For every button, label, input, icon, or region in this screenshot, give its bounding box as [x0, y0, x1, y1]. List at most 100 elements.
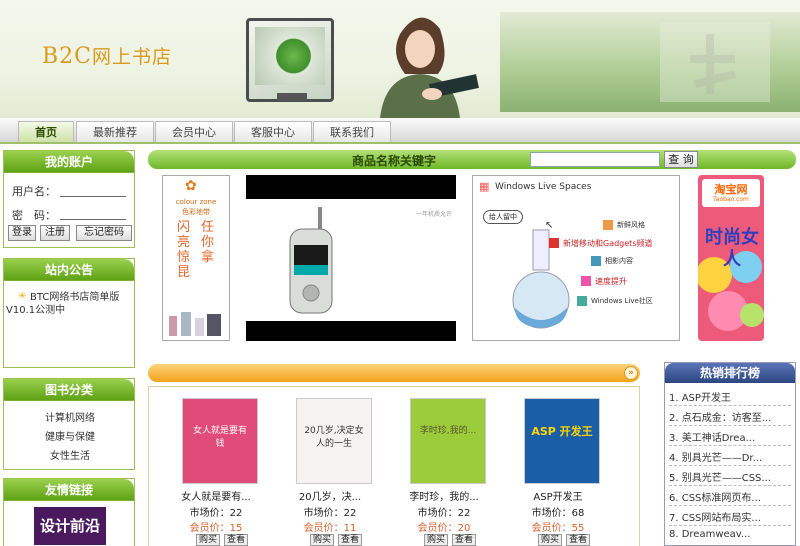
monitor-image — [246, 18, 334, 102]
buy-button[interactable]: 购买 — [310, 534, 335, 546]
divider — [669, 465, 791, 466]
bestseller-item[interactable]: 8. Dreamweav... — [669, 529, 750, 540]
divider — [669, 485, 791, 486]
ad-colour-zone[interactable]: ✿ colour zone 色彩地带 闪亮惊昆 任你拿 — [162, 175, 230, 341]
ad3-item-5: Windows Live社区 — [591, 297, 653, 305]
category-item-women[interactable]: 女性生活 — [4, 447, 136, 462]
ad3-item-4: 速度提升 — [595, 277, 627, 286]
ad3-title: Windows Live Spaces — [495, 182, 592, 192]
phone-image — [289, 207, 333, 314]
notice-title: 站内公告 — [4, 259, 134, 281]
ad2-caption: 一年机质允许 — [416, 211, 453, 218]
product-name[interactable]: 女人就是要有... — [166, 488, 266, 503]
windows-flag-icon: ▦ — [479, 180, 490, 193]
bestseller-item[interactable]: 2. 点石成金：访客至... — [669, 409, 771, 424]
ad-mobile-phone[interactable]: 一年机质允许 — [246, 175, 456, 341]
nav-tab-home[interactable]: 首页 — [18, 121, 74, 142]
search-input[interactable] — [530, 152, 660, 167]
header-banner: B2C网上书店 — [0, 0, 800, 118]
reading-woman-image — [360, 4, 480, 118]
bestseller-item[interactable]: 7. CSS网站布局实... — [669, 509, 761, 524]
monitor-stand — [277, 93, 307, 101]
member-price-value: 20 — [457, 523, 471, 534]
buy-button[interactable]: 购买 — [538, 534, 563, 546]
bestseller-item[interactable]: 4. 别具光芒——Dr... — [669, 449, 762, 464]
market-price-label: 市场价： — [417, 508, 458, 519]
ad-taobao[interactable]: 淘宝网 Taobao.com 时尚女人 — [698, 175, 764, 341]
category-title: 图书分类 — [4, 379, 134, 401]
view-button[interactable]: 查看 — [224, 534, 249, 546]
member-price: 会员价：20 — [394, 519, 494, 534]
category-item-health[interactable]: 健康与保健 — [4, 428, 136, 443]
username-label: 用户名： — [12, 185, 56, 198]
market-price: 市场价：22 — [280, 504, 380, 519]
products-bar — [148, 364, 640, 382]
divider — [669, 505, 791, 506]
product-name[interactable]: 20几岁，决... — [280, 488, 380, 503]
product-name[interactable]: ASP开发王 — [508, 488, 608, 503]
login-button[interactable]: 登录 — [8, 225, 36, 241]
notice-box: 站内公告 ✳ BTC网络书店简单版V10.1公测中 — [3, 258, 135, 368]
ad-windows-live[interactable]: ▦ Windows Live Spaces 给人留中 ↖ 新鲜风格 新增移动和G… — [472, 175, 680, 341]
nav-tab-contact[interactable]: 联系我们 — [313, 121, 391, 142]
member-price: 会员价：15 — [166, 519, 266, 534]
product-name[interactable]: 李时珍，我的... — [394, 488, 494, 503]
search-button[interactable]: 查 询 — [664, 151, 698, 168]
nav-tab-service[interactable]: 客服中心 — [234, 121, 312, 142]
feature-icon-4 — [581, 276, 591, 286]
cover-text: 李时珍,我的... — [419, 426, 477, 436]
buy-button[interactable]: 购买 — [196, 534, 221, 546]
product-cover[interactable]: 20几岁,决定女人的一生 — [296, 398, 372, 484]
ad2-bottom-bar — [246, 321, 456, 341]
divider — [669, 525, 791, 526]
market-price-value: 68 — [571, 508, 585, 519]
category-item-network[interactable]: 计算机网络 — [4, 409, 136, 424]
ad3-item-3: 相影内容 — [605, 257, 633, 265]
cosmetics-image — [169, 312, 221, 336]
ad1-brand-cn: 色彩地带 — [182, 208, 210, 216]
bestseller-box: 热销排行榜 1. ASP开发王 2. 点石成金：访客至... 3. 美工神话Dr… — [664, 362, 796, 546]
buy-button[interactable]: 购买 — [424, 534, 449, 546]
partner-link-design[interactable]: 设计前沿 — [34, 507, 106, 545]
member-price: 会员价：55 — [508, 519, 608, 534]
forgot-password-button[interactable]: 忘记密码 — [76, 225, 132, 241]
nav-tab-latest[interactable]: 最新推荐 — [76, 121, 154, 142]
product-cover[interactable]: ASP 开发王 — [524, 398, 600, 484]
cover-text: ASP 开发王 — [531, 425, 593, 438]
notice-item[interactable]: BTC网络书店简单版V10.1公测中 — [6, 291, 132, 317]
password-input[interactable] — [60, 219, 126, 220]
feature-icon-1 — [603, 220, 613, 230]
links-title: 友情链接 — [4, 479, 134, 501]
member-price-value: 11 — [343, 523, 357, 534]
ad2-top-bar — [246, 175, 456, 199]
feature-icon-5 — [577, 296, 587, 306]
market-price-label: 市场价： — [189, 508, 230, 519]
register-button[interactable]: 注册 — [40, 225, 70, 241]
ad1-slogan-left: 闪亮惊昆 — [177, 220, 191, 280]
market-price-label: 市场价： — [303, 508, 344, 519]
links-box: 友情链接 设计前沿 — [3, 478, 135, 546]
member-price-label: 会员价： — [417, 523, 458, 534]
cover-text: 女人就是要有钱 — [192, 426, 247, 449]
username-input[interactable] — [60, 196, 126, 197]
product-cover[interactable]: 李时珍,我的... — [410, 398, 486, 484]
bestseller-item[interactable]: 6. CSS标准网页布... — [669, 489, 761, 504]
divider — [669, 405, 791, 406]
bestseller-item[interactable]: 3. 美工神话Drea... — [669, 429, 755, 444]
market-price-value: 22 — [343, 508, 357, 519]
bestseller-item[interactable]: 1. ASP开发王 — [669, 389, 731, 404]
feature-icon-3 — [591, 256, 601, 266]
product-cover[interactable]: 女人就是要有钱 — [182, 398, 258, 484]
ad4-slogan: 时尚女人 — [705, 227, 759, 270]
site-logo[interactable]: B2C网上书店 — [42, 42, 172, 69]
view-button[interactable]: 查看 — [566, 534, 591, 546]
view-button[interactable]: 查看 — [452, 534, 477, 546]
ad3-bubble: 给人留中 — [483, 210, 523, 224]
products-more-icon[interactable]: » — [624, 366, 638, 380]
nav-tab-member[interactable]: 会员中心 — [155, 121, 233, 142]
bestseller-item[interactable]: 5. 别具光芒——CSS... — [669, 469, 771, 484]
view-button[interactable]: 查看 — [338, 534, 363, 546]
search-bar — [148, 150, 796, 169]
password-label: 密 码： — [12, 209, 56, 222]
category-box: 图书分类 计算机网络 健康与保健 女性生活 — [3, 378, 135, 470]
